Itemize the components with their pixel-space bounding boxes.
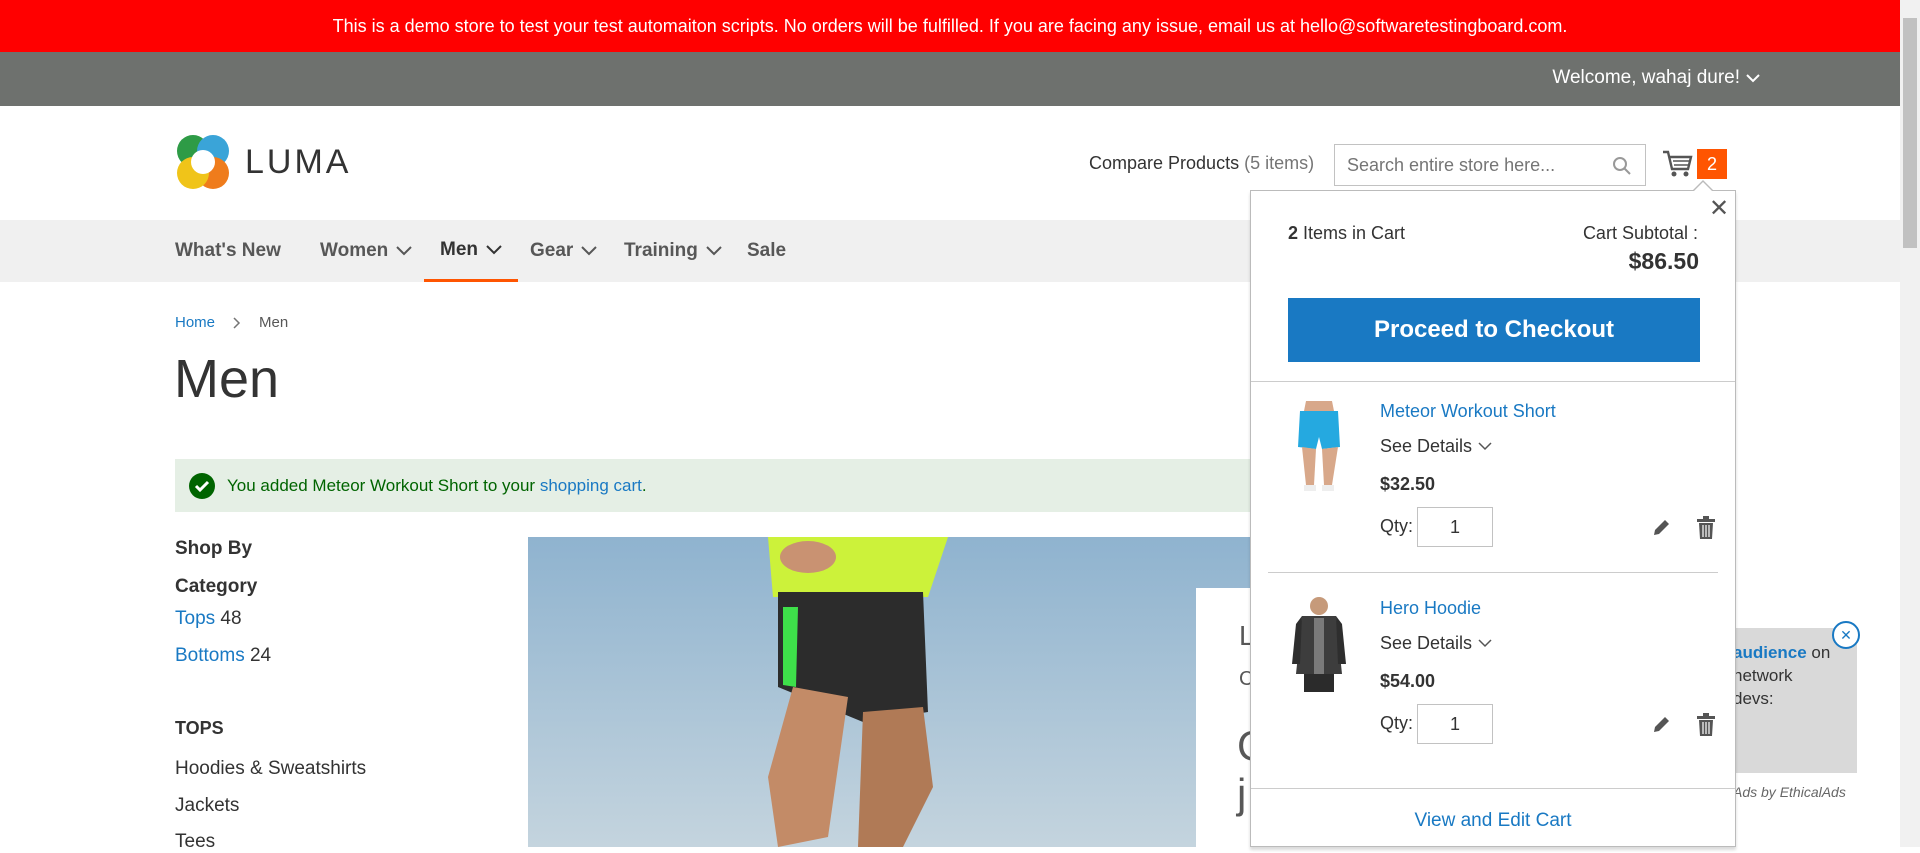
success-check-icon [189,472,215,499]
message-text: You added Meteor Workout Short to your s… [227,476,647,496]
product-thumbnail-hero-hoodie[interactable] [1284,594,1354,694]
chevron-down-icon [396,246,412,256]
category-filter-tops[interactable]: Tops 48 [175,608,242,630]
sidebar-link-jackets[interactable]: Jackets [175,795,239,817]
cart-count-badge[interactable]: 2 [1697,149,1727,179]
hero-text-line: j [1237,770,1247,817]
breadcrumb-current: Men [259,314,289,331]
page-title: Men [174,349,280,409]
hero-banner[interactable] [528,537,1258,847]
message-text-end: . [641,475,647,495]
qty-input[interactable] [1417,507,1493,547]
see-details-toggle[interactable]: See Details [1380,633,1492,654]
compare-count: (5 items) [1244,153,1315,173]
items-count-label: Items in Cart [1303,223,1406,243]
chevron-down-icon [486,244,502,254]
sidebar-link-hoodies[interactable]: Hoodies & Sweatshirts [175,758,366,780]
demo-notice-text: This is a demo store to test your test a… [332,15,1568,36]
minicart-item-divider [1268,572,1718,573]
product-thumbnail-meteor-short[interactable] [1284,397,1354,497]
chevron-down-icon [1746,74,1760,83]
cart-icon[interactable] [1662,149,1694,179]
nav-item-men[interactable]: Men [424,220,518,282]
search-icon[interactable] [1612,156,1632,176]
ad-close-icon[interactable]: ✕ [1832,621,1860,649]
shopping-cart-link[interactable]: shopping cart [540,476,642,495]
customer-welcome-menu[interactable]: Welcome, wahaj dure! [1552,67,1760,89]
category-count: 48 [220,608,242,629]
logo-text: LUMA [245,142,352,181]
minicart-divider [1251,788,1735,789]
category-count: 24 [249,645,272,666]
qty-input[interactable] [1417,704,1493,744]
category-filter-title[interactable]: Category [175,576,257,598]
ad-highlight: audience [1733,643,1807,662]
store-logo[interactable]: LUMA [175,133,351,191]
nav-item-whats-new[interactable]: What's New [175,220,281,282]
chevron-down-icon [1478,442,1492,451]
see-details-toggle[interactable]: See Details [1380,436,1492,457]
scrollbar-thumb[interactable] [1903,18,1917,248]
nav-item-sale[interactable]: Sale [747,220,786,282]
nav-label: Training [624,240,698,261]
nav-label: What's New [175,240,281,261]
hero-runner-image [528,537,1258,847]
edit-pencil-icon[interactable] [1651,518,1671,538]
compare-products-link[interactable]: Compare Products (5 items) [1089,153,1314,174]
minicart-items-count: 2 Items in Cart [1288,223,1405,244]
header-panel: Welcome, wahaj dure! [0,52,1900,106]
items-count-number: 2 [1288,223,1299,243]
nav-label: Sale [747,240,787,261]
compare-label: Compare Products [1089,153,1240,173]
nav-item-training[interactable]: Training [624,220,722,282]
chevron-down-icon [706,246,722,256]
minicart-item-price: $32.50 [1380,474,1436,494]
cart-subtotal-value: $86.50 [1628,248,1699,274]
edit-pencil-icon[interactable] [1651,715,1671,735]
close-icon[interactable]: ✕ [1709,194,1729,223]
ad-text-line: network [1733,666,1793,685]
category-filter-bottoms[interactable]: Bottoms 24 [175,645,271,667]
ad-text[interactable]: audience on network devs: [1733,641,1830,710]
nav-label: Women [320,240,389,261]
ad-text-line: devs: [1733,689,1774,708]
see-details-label: See Details [1380,633,1473,653]
message-text-start: You added Meteor Workout Short to your [227,475,540,495]
nav-label: Men [440,238,478,260]
nav-item-women[interactable]: Women [320,220,412,282]
success-message: You added Meteor Workout Short to your s… [175,459,1255,512]
minicart-item-name[interactable]: Meteor Workout Short [1380,401,1556,422]
sidebar-link-tees[interactable]: Tees [175,831,215,853]
chevron-down-icon [581,246,598,256]
minicart-item-price: $54.00 [1380,671,1436,691]
welcome-text: Welcome, wahaj dure! [1552,67,1740,88]
see-details-label: See Details [1380,436,1473,456]
category-label: Tops [175,608,216,629]
ad-credit[interactable]: Ads by EthicalAds [1733,784,1846,800]
cart-subtotal-label: Cart Subtotal : [1582,223,1698,243]
view-and-edit-cart-link[interactable]: View and Edit Cart [1250,810,1736,832]
qty-label: Qty: [1380,713,1414,733]
trash-icon[interactable] [1696,713,1716,737]
tops-heading: TOPS [175,718,224,738]
minicart-divider [1251,381,1735,382]
nav-item-gear[interactable]: Gear [530,220,598,282]
cart-count-text: 2 [1706,153,1717,174]
search-input[interactable] [1334,144,1646,186]
minicart-arrow-inner [1693,182,1713,192]
nav-label: Gear [530,240,574,261]
trash-icon[interactable] [1696,516,1716,540]
breadcrumb: Home Men [175,314,288,331]
minicart-item-name[interactable]: Hero Hoodie [1380,598,1481,619]
proceed-to-checkout-button[interactable]: Proceed to Checkout [1288,298,1700,362]
chevron-right-icon [233,316,241,329]
ad-text-line: on [1806,643,1831,662]
qty-label: Qty: [1380,516,1414,536]
shop-by-heading: Shop By [175,538,253,559]
luma-logo-icon [177,135,229,189]
category-label: Bottoms [175,645,245,666]
breadcrumb-home-link[interactable]: Home [175,314,215,331]
chevron-down-icon [1478,639,1492,648]
demo-notice-bar: This is a demo store to test your test a… [0,0,1900,52]
